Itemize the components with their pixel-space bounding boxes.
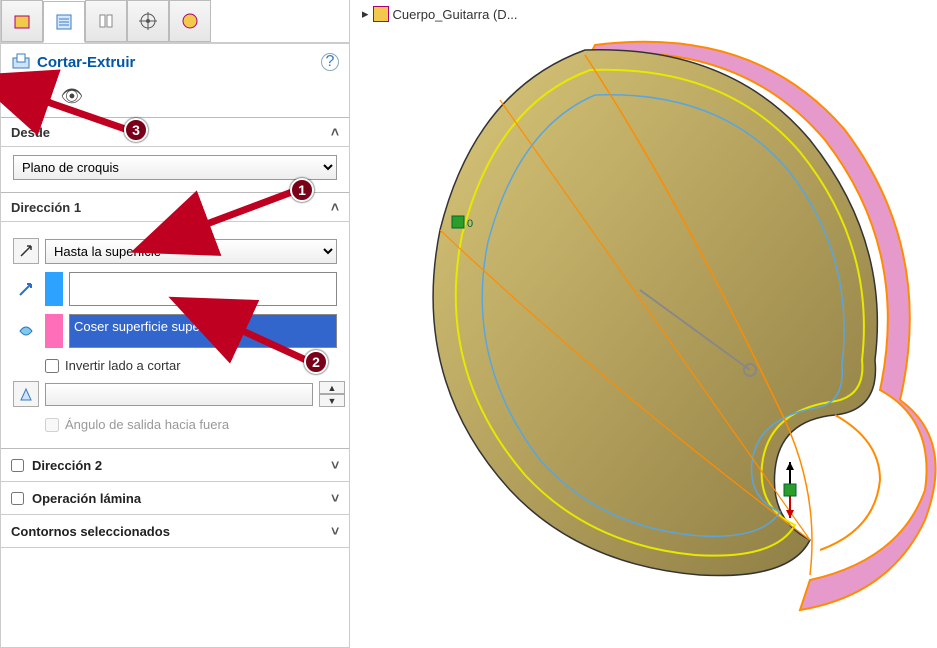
dir2-checkbox[interactable] [11, 459, 24, 472]
guitar-body-model: 0 [380, 20, 937, 640]
feature-tree-tab[interactable] [1, 0, 43, 42]
section-lamina-label: Operación lámina [32, 491, 141, 506]
draft-angle-down[interactable]: ▼ [319, 394, 345, 407]
dimxpert-tab[interactable] [127, 0, 169, 42]
section-dir1-body: Hasta la superficie Coser superficie sup… [1, 222, 349, 449]
form-icon [54, 12, 74, 32]
end-condition-dropdown[interactable]: Hasta la superficie [45, 239, 337, 264]
draft-angle-field[interactable] [45, 383, 313, 406]
surface-color-indicator [45, 314, 63, 348]
chevron-down-icon: ˄ [331, 523, 339, 539]
draft-icon [18, 386, 34, 402]
callout-1: 1 [290, 178, 314, 202]
confirm-bar: ✔ ✖ 👁 [1, 80, 349, 118]
help-icon[interactable]: ? [321, 53, 339, 71]
property-manager-tab[interactable] [43, 1, 85, 43]
section-lamina[interactable]: Operación lámina ˄ [1, 482, 349, 515]
draft-outward-checkbox [45, 418, 59, 432]
preview-toggle[interactable]: 👁 [61, 86, 84, 107]
expand-arrow-icon[interactable]: ▸ [362, 6, 369, 22]
section-dir2-label: Dirección 2 [32, 458, 102, 473]
direction-color-indicator [45, 272, 63, 306]
surface-selection-field[interactable]: Coser superficie superior [69, 314, 337, 348]
section-contornos[interactable]: Contornos seleccionados ˄ [1, 515, 349, 548]
section-dir1-label: Dirección 1 [11, 200, 81, 215]
chevron-down-icon: ˄ [331, 490, 339, 506]
chevron-up-icon: ˄ [331, 199, 339, 215]
desde-dropdown[interactable]: Plano de croquis [13, 155, 337, 180]
chevron-down-icon: ˄ [331, 457, 339, 473]
sphere-icon [180, 11, 200, 31]
lamina-checkbox[interactable] [11, 492, 24, 505]
chevron-up-icon: ˄ [331, 124, 339, 140]
config-manager-tab[interactable] [85, 0, 127, 42]
surface-select-icon[interactable] [13, 314, 39, 348]
config-icon [96, 11, 116, 31]
cancel-button[interactable]: ✖ [36, 84, 53, 109]
panel-tabstrip [1, 0, 349, 44]
feature-title: Cortar-Extruir [37, 54, 321, 71]
reverse-direction-button[interactable] [13, 238, 39, 264]
svg-text:0: 0 [467, 218, 473, 230]
section-contornos-label: Contornos seleccionados [11, 524, 170, 539]
cube-icon [12, 11, 32, 31]
draft-angle-up[interactable]: ▲ [319, 381, 345, 394]
section-desde-label: Desde [11, 125, 50, 140]
direction-reference-field[interactable] [69, 272, 337, 306]
invert-side-label: Invertir lado a cortar [65, 358, 181, 373]
callout-2: 2 [304, 350, 328, 374]
invert-side-checkbox[interactable] [45, 359, 59, 373]
reverse-arrow-icon [18, 243, 34, 259]
section-desde-header[interactable]: Desde ˄ [1, 118, 349, 147]
draft-outward-label: Ángulo de salida hacia fuera [65, 417, 229, 432]
direction-vector-icon[interactable] [13, 272, 39, 306]
draft-button[interactable] [13, 381, 39, 407]
callout-3: 3 [124, 118, 148, 142]
display-manager-tab[interactable] [169, 0, 211, 42]
graphics-viewport[interactable]: ▸ Cuerpo_Guitarra (D... 0 [350, 0, 937, 648]
property-manager-panel: Cortar-Extruir ? ✔ ✖ 👁 Desde ˄ Plano de … [0, 0, 350, 648]
accept-button[interactable]: ✔ [11, 84, 28, 109]
feature-header: Cortar-Extruir ? [1, 44, 349, 80]
cut-extrude-icon [11, 52, 31, 72]
target-icon [138, 11, 158, 31]
section-dir2[interactable]: Dirección 2 ˄ [1, 449, 349, 482]
